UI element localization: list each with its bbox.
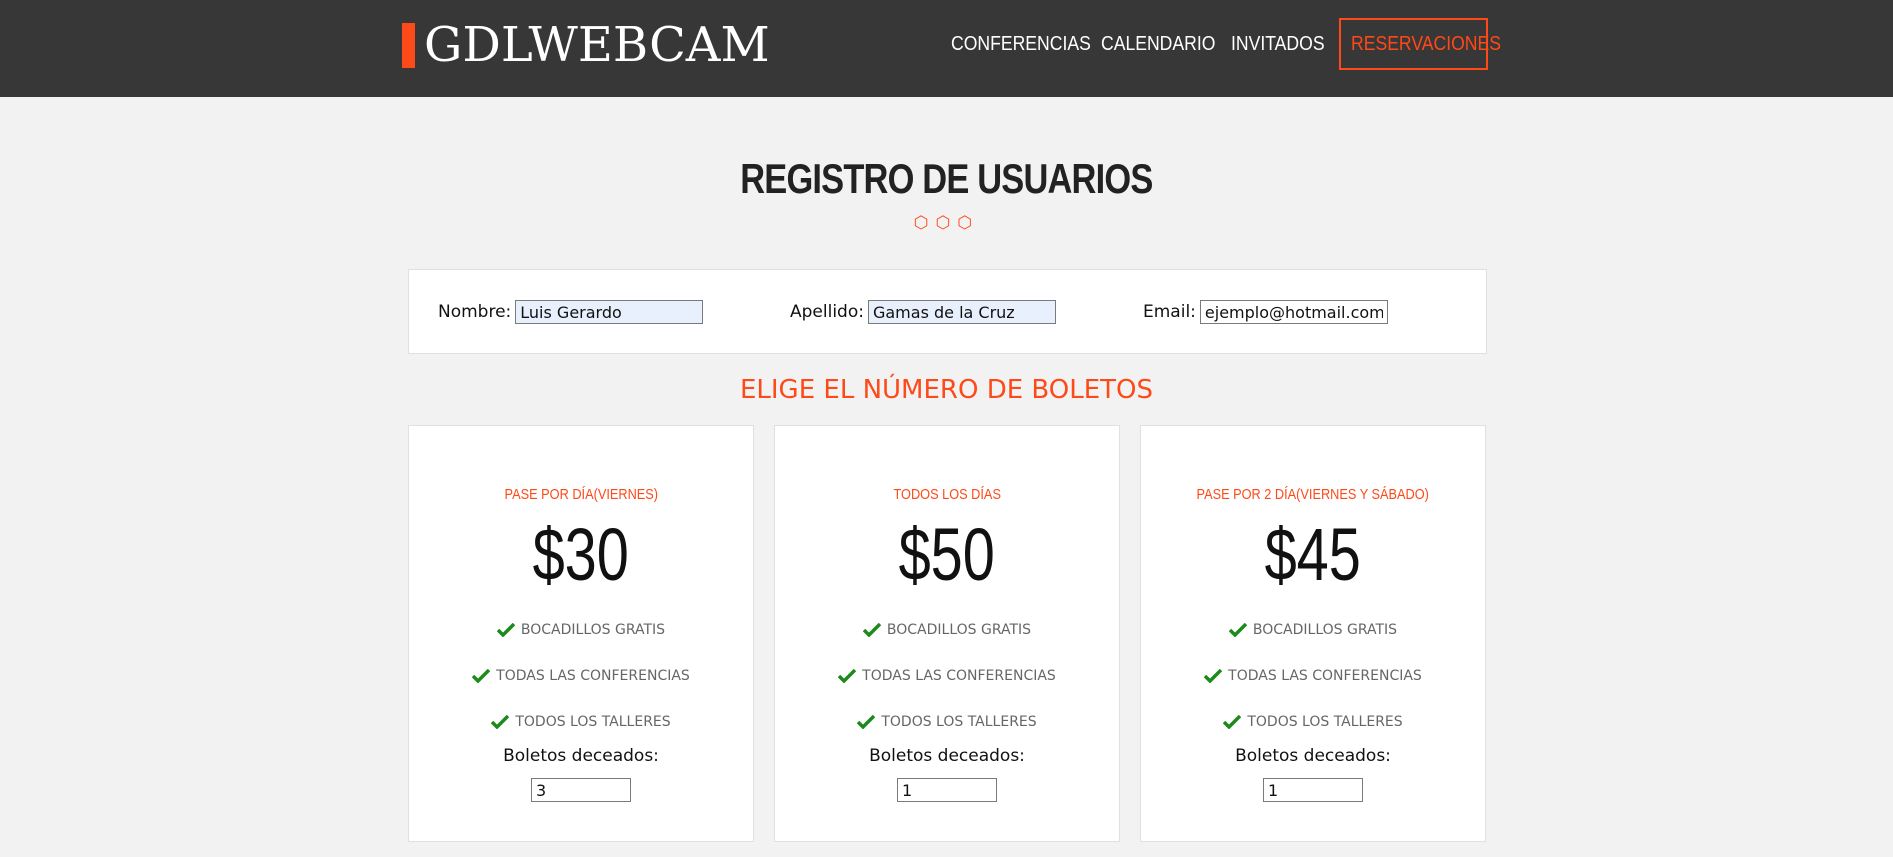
nombre-input[interactable]: [515, 300, 704, 324]
check-icon: [496, 623, 515, 637]
feature-item: BOCADILLOS GRATIS: [775, 607, 1119, 653]
ticket-label: PASE POR 2 DÍA(VIERNES Y SÁBADO): [1196, 486, 1430, 503]
ticket-price: $50: [898, 513, 996, 596]
logo-accent-bar: [402, 22, 415, 68]
check-icon: [1204, 669, 1223, 683]
check-icon: [857, 715, 876, 729]
ticket-label: TODOS LOS DÍAS: [893, 486, 1001, 503]
apellido-input[interactable]: [867, 300, 1056, 324]
check-icon: [472, 669, 491, 683]
feature-item: TODAS LAS CONFERENCIAS: [1141, 653, 1485, 699]
feature-item: TODAS LAS CONFERENCIAS: [409, 653, 753, 699]
ticket-price: $45: [1264, 513, 1362, 596]
email-field: Email:: [1143, 300, 1388, 324]
ticket-card-2dias: PASE POR 2 DÍA(VIERNES Y SÁBADO) $45 BOC…: [1140, 425, 1486, 842]
qty-input-2dias[interactable]: [1263, 778, 1363, 802]
logo-text: GDLWEBCAM: [424, 17, 770, 73]
qty-label: Boletos deceados:: [869, 746, 1025, 766]
nav-invitados[interactable]: INVITADOS: [1231, 18, 1325, 70]
ticket-label: PASE POR DÍA(VIERNES): [504, 486, 658, 503]
apellido-label: Apellido:: [790, 302, 864, 322]
feature-item: BOCADILLOS GRATIS: [409, 607, 753, 653]
feature-item: TODAS LAS CONFERENCIAS: [775, 653, 1119, 699]
feature-item: BOCADILLOS GRATIS: [1141, 607, 1485, 653]
feature-item: TODOS LOS TALLERES: [409, 699, 753, 745]
page-title: REGISTRO DE USUARIOS: [740, 155, 1153, 202]
nav-reservaciones-label: RESERVACIONES: [1351, 33, 1501, 55]
top-navbar: GDLWEBCAM CONFERENCIAS CALENDARIO INVITA…: [0, 0, 1893, 97]
check-icon: [1223, 715, 1242, 729]
nav-conferencias[interactable]: CONFERENCIAS: [951, 18, 1091, 70]
apellido-field: Apellido:: [790, 300, 1056, 324]
tickets-heading: ELIGE EL NÚMERO DE BOLETOS: [739, 375, 1154, 405]
qty-label: Boletos deceados:: [1235, 746, 1391, 766]
feature-list: BOCADILLOS GRATIS TODAS LAS CONFERENCIAS…: [1141, 607, 1485, 745]
feature-list: BOCADILLOS GRATIS TODAS LAS CONFERENCIAS…: [409, 607, 753, 745]
site-logo[interactable]: GDLWEBCAM: [402, 14, 770, 76]
email-input[interactable]: [1199, 300, 1388, 324]
ticket-price: $30: [532, 513, 630, 596]
qty-label: Boletos deceados:: [503, 746, 659, 766]
qty-input-viernes[interactable]: [531, 778, 631, 802]
check-icon: [491, 715, 510, 729]
ticket-card-viernes: PASE POR DÍA(VIERNES) $30 BOCADILLOS GRA…: [408, 425, 754, 842]
nav-calendario[interactable]: CALENDARIO: [1101, 18, 1215, 70]
email-label: Email:: [1143, 302, 1196, 322]
registration-form: Nombre: Apellido: Email:: [408, 269, 1487, 354]
feature-list: BOCADILLOS GRATIS TODAS LAS CONFERENCIAS…: [775, 607, 1119, 745]
check-icon: [838, 669, 857, 683]
nombre-label: Nombre:: [438, 302, 512, 322]
check-icon: [862, 623, 881, 637]
nav-reservaciones[interactable]: RESERVACIONES: [1339, 18, 1501, 70]
hexagon-decor-icon: ⬡⬡⬡: [913, 213, 980, 233]
feature-item: TODOS LOS TALLERES: [775, 699, 1119, 745]
ticket-card-todos: TODOS LOS DÍAS $50 BOCADILLOS GRATIS TOD…: [774, 425, 1120, 842]
feature-item: TODOS LOS TALLERES: [1141, 699, 1485, 745]
check-icon: [1228, 623, 1247, 637]
nombre-field: Nombre:: [438, 300, 704, 324]
qty-input-todos[interactable]: [897, 778, 997, 802]
